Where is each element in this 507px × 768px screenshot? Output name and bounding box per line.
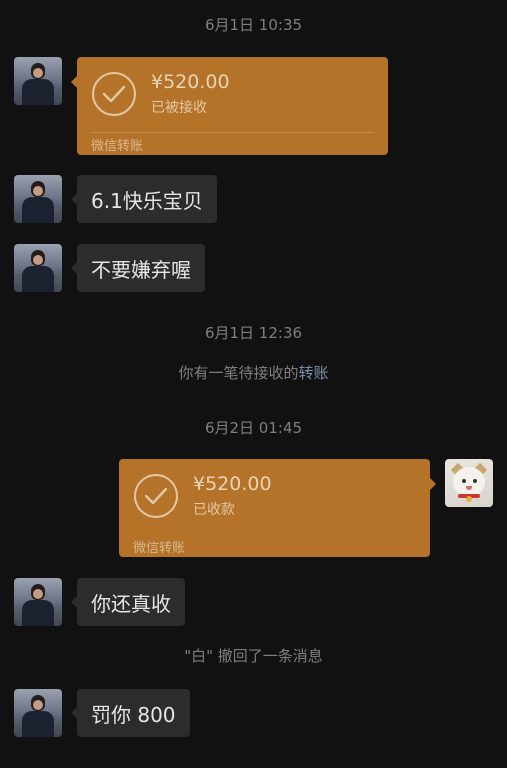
transfer-card[interactable]: ¥520.00 已收款 微信转账 — [119, 459, 436, 557]
system-notice-text: 你有一笔待接收的 — [178, 364, 299, 382]
message-bubble[interactable]: 不要嫌弃喔 — [71, 244, 205, 292]
transfer-footer: 微信转账 — [91, 139, 144, 154]
transfer-footer: 微信转账 — [133, 541, 186, 556]
transfer-amount: ¥520.00 — [193, 473, 272, 495]
timestamp: 6月2日 01:45 — [204, 419, 303, 437]
system-notice: 你有一笔待接收的转账 — [0, 362, 507, 383]
checkmark-circle-icon — [134, 474, 178, 518]
transfer-status: 已收款 — [193, 502, 235, 518]
my-avatar[interactable] — [445, 459, 493, 507]
checkmark-circle-icon — [92, 72, 136, 116]
transfer-link[interactable]: 转账 — [299, 364, 329, 382]
message-bubble[interactable]: 你还真收 — [71, 578, 185, 626]
friend-avatar[interactable] — [14, 175, 62, 223]
friend-avatar[interactable] — [14, 57, 62, 105]
recall-notice: "白" 撤回了一条消息 — [184, 647, 323, 665]
transfer-amount: ¥520.00 — [151, 71, 230, 93]
friend-avatar[interactable] — [14, 689, 62, 737]
timestamp: 6月1日 10:35 — [204, 16, 303, 34]
divider — [91, 132, 374, 133]
timestamp: 6月1日 12:36 — [204, 324, 303, 342]
chat-window: 6月1日 10:35 ¥520.00 已被接收 微信转账 6.1快乐宝贝 不要嫌… — [0, 0, 507, 768]
message-bubble[interactable]: 罚你 800 — [71, 689, 190, 737]
transfer-status: 已被接收 — [151, 100, 207, 116]
transfer-card[interactable]: ¥520.00 已被接收 微信转账 — [71, 57, 388, 155]
friend-avatar[interactable] — [14, 244, 62, 292]
message-bubble[interactable]: 6.1快乐宝贝 — [71, 175, 217, 223]
friend-avatar[interactable] — [14, 578, 62, 626]
